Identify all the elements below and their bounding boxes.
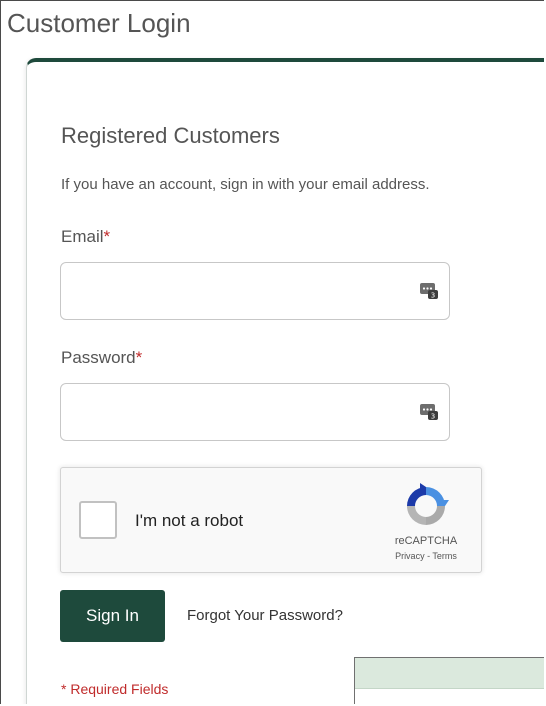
svg-text:3: 3 [431,292,435,300]
email-required-star: * [103,227,111,246]
password-manager-icon[interactable]: 3 [419,401,439,421]
overlay-panel-header [355,658,544,689]
recaptcha-checkbox[interactable] [79,501,117,539]
password-label-text: Password [61,348,136,367]
sign-in-button[interactable]: Sign In [60,590,165,642]
forgot-password-link[interactable]: Forgot Your Password? [187,605,343,627]
password-label: Password* [61,347,142,369]
email-input[interactable] [60,262,450,320]
svg-text:3: 3 [431,413,435,421]
email-label-text: Email [61,227,104,246]
recaptcha-brand: reCAPTCHA [394,535,458,547]
password-input[interactable] [60,383,450,441]
overlay-panel [354,657,544,704]
section-intro: If you have an account, sign in with you… [61,176,430,193]
required-fields-note: * Required Fields [61,681,169,697]
password-manager-icon[interactable]: 3 [419,280,439,300]
recaptcha-label: I'm not a robot [135,511,244,530]
recaptcha-privacy-link[interactable]: Privacy [395,551,425,561]
email-label: Email* [61,226,110,248]
password-required-star: * [135,348,143,367]
section-title: Registered Customers [61,123,280,148]
browser-viewport: Customer Login Registered Customers If y… [0,0,544,704]
page-title: Customer Login [7,8,191,38]
recaptcha-widget: I'm not a robot reCAPTCHA Privacy - Term… [60,467,482,573]
recaptcha-links: Privacy - Terms [373,550,479,562]
recaptcha-terms-link[interactable]: Terms [432,551,457,561]
recaptcha-logo-icon [407,483,449,525]
